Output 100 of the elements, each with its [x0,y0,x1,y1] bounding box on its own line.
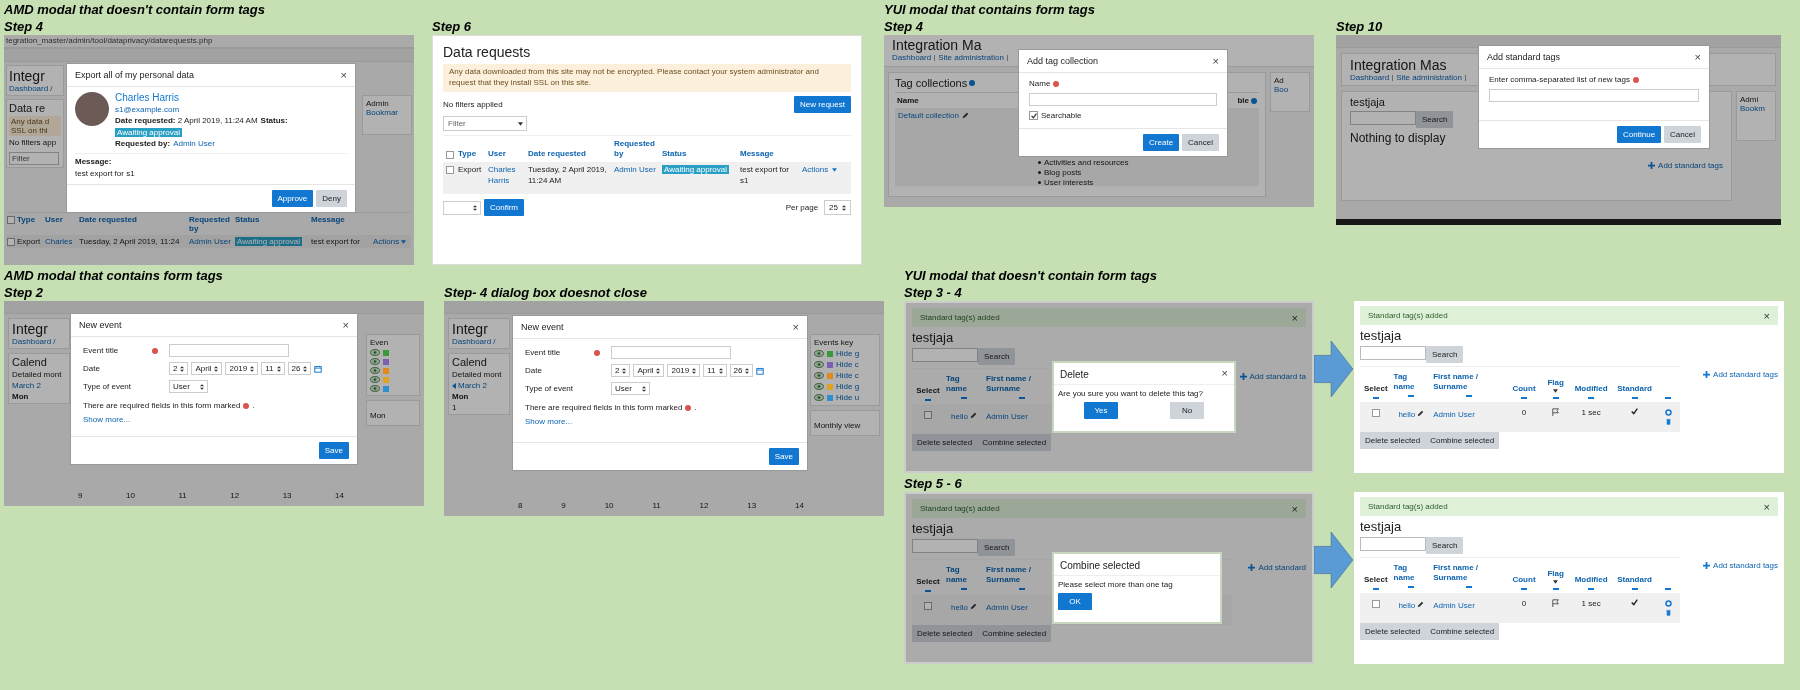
column-header[interactable]: First name / Surname [1433,563,1505,583]
user-link[interactable]: Admin User [189,237,233,246]
save-button[interactable]: Save [318,442,349,459]
caret-icon[interactable] [1553,580,1559,585]
tags-input-field[interactable] [1489,89,1699,102]
column-header[interactable]: Status [662,149,736,160]
actions-menu[interactable]: Actions [373,237,400,246]
checkbox[interactable] [7,216,15,224]
collapse-icon[interactable] [1019,397,1025,400]
close-icon[interactable]: × [1763,502,1770,511]
column-header[interactable]: Date requested [528,149,610,160]
eye-icon[interactable] [814,361,824,368]
date-select[interactable]: April [191,362,223,375]
close-icon[interactable]: × [340,70,347,80]
column-header[interactable]: Date requested [79,215,187,224]
checkbox[interactable] [446,166,454,175]
tag-link[interactable]: hello [1398,410,1416,420]
checkbox[interactable] [924,602,932,611]
tag-link[interactable]: hello [1398,601,1416,611]
column-header[interactable]: Flag [1547,568,1564,579]
previous-month-link[interactable]: March 2 [12,381,41,390]
collapse-icon[interactable] [1465,586,1472,589]
trash-icon[interactable] [1664,418,1672,426]
collapse-icon[interactable] [925,590,931,593]
dialog-button[interactable]: OK [1058,593,1092,610]
close-icon[interactable]: × [792,322,799,332]
eye-icon[interactable] [370,376,380,383]
eye-icon[interactable] [814,372,824,379]
eye-icon[interactable] [370,349,380,356]
add-standard-tags-link[interactable]: Add standard tags [1658,161,1723,170]
column-header[interactable]: Message [311,215,371,224]
plus-icon[interactable] [1648,162,1656,169]
address-bar[interactable]: tegration_master/admin/tool/dataprivacy/datarequests.php [4,35,414,49]
flag-icon[interactable] [1551,599,1560,608]
column-header[interactable]: Tag name [1393,372,1430,392]
user-link[interactable]: Admin User [986,603,1028,613]
dialog-button[interactable]: Cancel [1664,126,1701,143]
search-button[interactable]: Search [1426,537,1464,554]
name-input-field[interactable] [1029,93,1217,106]
eye-icon[interactable] [370,385,380,392]
plus-icon[interactable] [1239,373,1247,380]
column-header[interactable]: Tag name [946,565,982,585]
date-select[interactable]: 2019 [225,362,259,375]
checkbox[interactable] [1371,600,1380,609]
search-field[interactable] [1360,537,1426,551]
date-select[interactable]: 2 [169,362,189,375]
breadcrumb-link[interactable]: Dashboard / [452,337,506,346]
hide-events-link[interactable]: Hide u [836,393,860,402]
search-field[interactable] [1350,111,1416,125]
collapse-icon[interactable] [1408,395,1415,398]
dialog-button[interactable]: Approve [271,190,314,207]
close-icon[interactable]: × [1221,369,1228,380]
event-title-field[interactable] [611,346,731,359]
column-header[interactable]: Count [1512,383,1536,394]
eye-icon[interactable] [370,367,380,374]
event-type-select[interactable]: User [611,382,650,395]
user-link[interactable]: Admin User [1433,410,1475,420]
column-header[interactable]: Type [458,149,484,160]
collapse-icon[interactable] [1631,397,1638,400]
event-type-select[interactable]: User [169,380,208,393]
hide-events-link[interactable]: Hide c [836,360,859,369]
info-icon[interactable] [1251,97,1257,104]
collapse-icon[interactable] [1019,588,1025,591]
show-more-link[interactable]: Show more... [525,417,795,426]
collapse-icon[interactable] [1665,588,1672,591]
user-link[interactable]: Charles [45,237,77,246]
confirm-button[interactable]: Confirm [484,199,524,217]
date-select[interactable]: 2019 [667,364,701,377]
checkbox[interactable] [1029,111,1038,120]
column-header[interactable]: Tag name [1393,563,1430,583]
add-standard-tags-link[interactable]: Add standard ta [1249,372,1306,381]
collapse-icon[interactable] [1408,586,1415,589]
tag-link[interactable]: hello [951,412,968,422]
flag-icon[interactable] [1551,408,1560,417]
pencil-icon[interactable] [1417,601,1425,609]
column-header[interactable]: Count [1512,574,1536,585]
collapse-icon[interactable] [1552,588,1559,591]
search-button[interactable]: Search [1426,346,1464,363]
close-icon[interactable]: × [1291,313,1298,322]
bulk-action-button[interactable]: Delete selected [912,434,978,452]
caret-icon[interactable] [1553,389,1559,394]
bulk-action-button[interactable]: Delete selected [1360,623,1426,641]
date-select[interactable]: 2 [611,364,631,377]
date-select[interactable]: 11 [703,364,727,377]
column-header[interactable]: Message [740,149,798,160]
user-link[interactable]: Admin User [1433,601,1475,611]
date-select[interactable]: 11 [261,362,285,375]
bulk-action-button[interactable]: Combine selected [977,434,1052,452]
show-more-link[interactable]: Show more... [83,415,345,424]
search-field[interactable] [912,539,978,553]
column-header[interactable]: Status [235,215,309,224]
breadcrumb-link[interactable]: Dashboard [1350,73,1390,82]
collapse-icon[interactable] [925,399,931,402]
block-link[interactable]: Boo [1274,85,1306,94]
collection-link[interactable]: Default collection [898,111,959,120]
hide-events-link[interactable]: Hide c [836,371,859,380]
collapse-icon[interactable] [961,588,967,591]
collapse-icon[interactable] [1521,588,1527,591]
bulk-action-button[interactable]: Combine selected [1425,432,1500,450]
column-header[interactable]: Flag [1547,377,1564,388]
